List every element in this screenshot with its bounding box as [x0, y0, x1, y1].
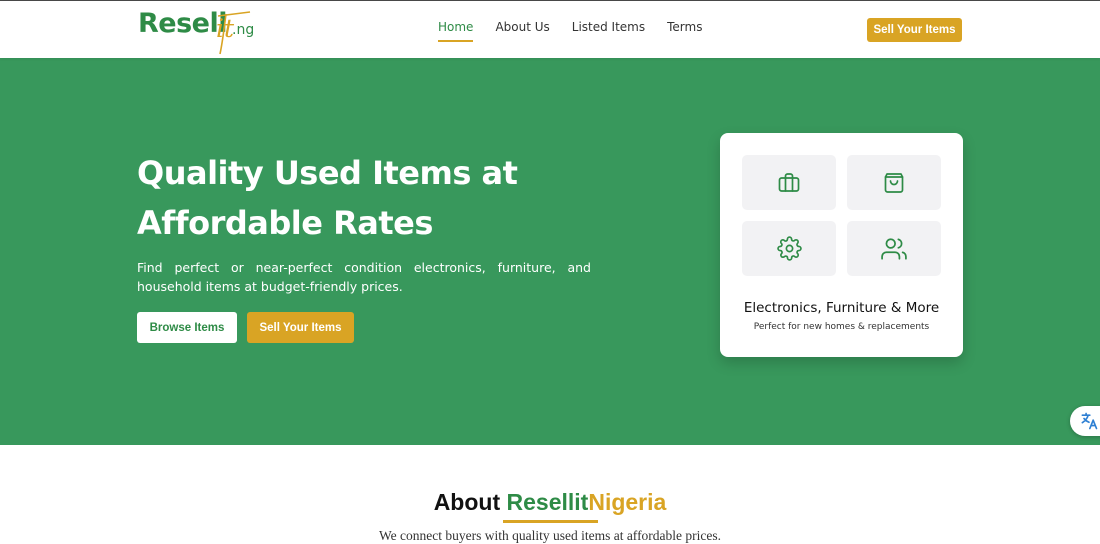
category-tile-community	[847, 221, 941, 276]
feature-card-title: Electronics, Furniture & More	[743, 300, 940, 316]
translate-icon	[1081, 412, 1098, 430]
users-icon	[881, 237, 907, 260]
nav-link-terms[interactable]: Terms	[667, 20, 702, 42]
about-title-underline	[503, 520, 598, 523]
hero-subtitle: Find perfect or near-perfect condition e…	[137, 260, 591, 294]
hero-title: Quality Used Items at Affordable Rates	[137, 154, 518, 242]
hero-section: Quality Used Items at Affordable Rates F…	[0, 58, 1100, 445]
shopping-bag-icon	[884, 172, 904, 193]
browse-items-button[interactable]: Browse Items	[137, 312, 237, 343]
nav-sell-items-button[interactable]: Sell Your Items	[867, 18, 962, 42]
feature-card-subtitle: Perfect for new homes & replacements	[753, 322, 930, 332]
category-tile-electronics	[742, 155, 836, 210]
about-description: We connect buyers with quality used item…	[378, 528, 722, 543]
translate-button[interactable]	[1070, 406, 1100, 436]
logo[interactable]: Resell it .ng	[138, 6, 258, 55]
feature-card: Electronics, Furniture & More Perfect fo…	[720, 133, 963, 357]
briefcase-icon	[778, 172, 800, 192]
about-title-brand-gold: Nigeria	[588, 489, 667, 515]
main-nav: Home About Us Listed Items Terms	[438, 20, 702, 42]
nav-link-about-us[interactable]: About Us	[495, 20, 549, 42]
navbar: Resell it .ng Home About Us Listed Items…	[0, 1, 1100, 58]
logo-tld: .ng	[232, 22, 255, 38]
category-tile-shopping	[847, 155, 941, 210]
sell-items-button[interactable]: Sell Your Items	[247, 312, 354, 343]
nav-link-home[interactable]: Home	[438, 20, 474, 42]
about-title-brand-green: Resellit	[506, 489, 589, 515]
nav-link-listed-items[interactable]: Listed Items	[572, 20, 645, 42]
gear-icon	[776, 236, 802, 261]
about-title-prefix: About	[433, 489, 507, 515]
category-tile-settings	[742, 221, 836, 276]
about-title: About ResellitNigeria	[0, 489, 1100, 516]
